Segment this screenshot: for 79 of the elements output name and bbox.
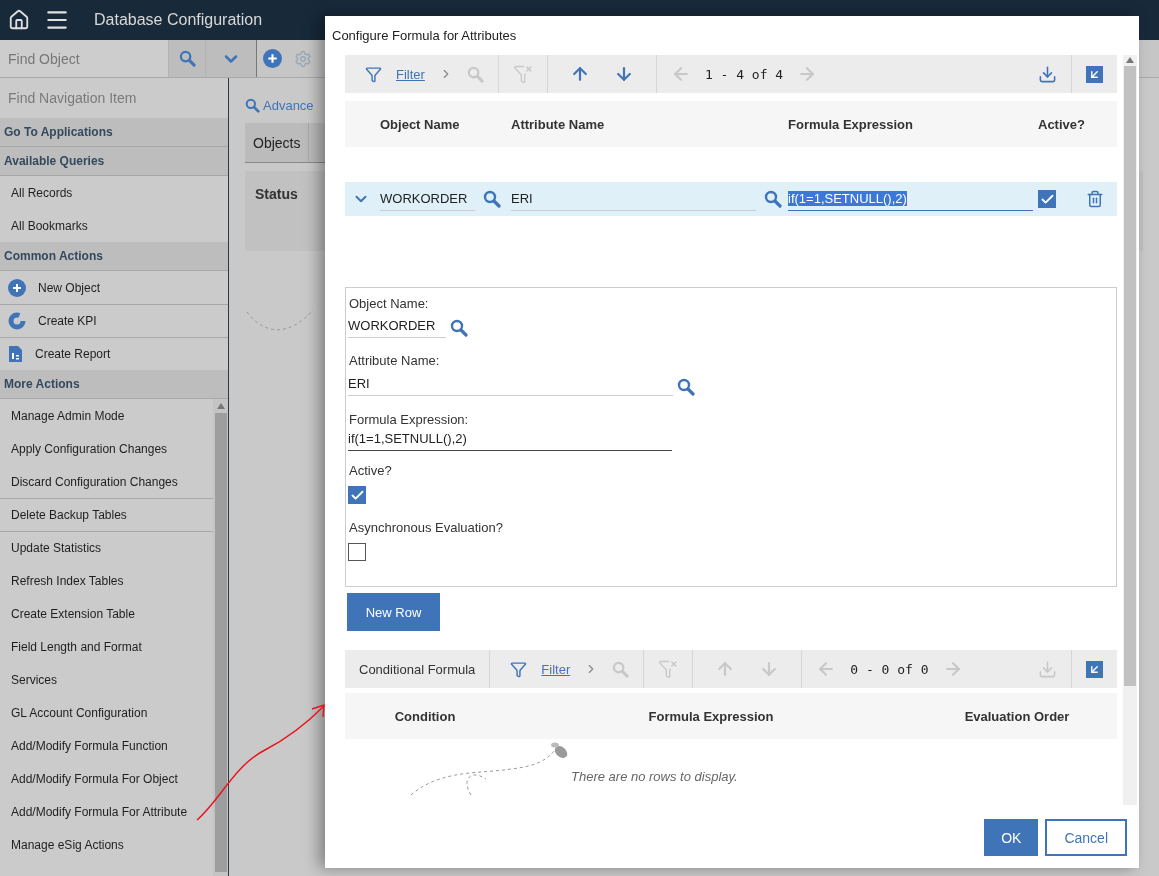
- search-icon[interactable]: [483, 190, 501, 208]
- sidebar-item[interactable]: Refresh Index Tables: [0, 564, 213, 597]
- empty-message: There are no rows to display.: [571, 769, 738, 784]
- download-icon[interactable]: [1038, 64, 1057, 84]
- sidebar-item[interactable]: All Records: [0, 176, 228, 209]
- field-label: Active?: [349, 463, 393, 478]
- sidebar-item[interactable]: Manage eSig Actions: [0, 828, 213, 861]
- filter-link[interactable]: Filter: [541, 661, 571, 677]
- section-header[interactable]: More Actions: [0, 370, 228, 399]
- report-icon: [8, 345, 23, 363]
- search-icon[interactable]: [178, 50, 196, 67]
- sidebar-item[interactable]: Field Length and Format: [0, 630, 213, 663]
- section-header[interactable]: Common Actions: [0, 242, 228, 271]
- dialog-title: Configure Formula for Attributes: [331, 27, 518, 45]
- pagination-text: 1 - 4 of 4: [704, 66, 784, 82]
- section-title: Conditional Formula: [359, 661, 476, 677]
- new-row-button[interactable]: New Row: [347, 593, 440, 631]
- attribute-name-field[interactable]: ERI: [511, 187, 756, 211]
- status-label: Status: [255, 186, 298, 202]
- field-label: Object Name:: [349, 296, 430, 311]
- filter-icon[interactable]: [365, 65, 382, 83]
- sidebar-item[interactable]: Add/Modify Formula Function: [0, 729, 213, 762]
- sidebar-item[interactable]: All Bookmarks: [0, 209, 228, 242]
- checkbox[interactable]: [348, 486, 366, 504]
- collapse-button[interactable]: [1086, 660, 1103, 678]
- filter-link[interactable]: Filter: [396, 66, 425, 82]
- donut-chart-icon: [8, 312, 26, 330]
- home-icon[interactable]: [8, 9, 30, 31]
- field-label: Attribute Name:: [349, 353, 441, 368]
- field-label: Asynchronous Evaluation?: [349, 520, 504, 535]
- cancel-button[interactable]: Cancel: [1045, 819, 1127, 856]
- scrollbar[interactable]: [1123, 55, 1137, 805]
- column-header: Attribute Name: [511, 116, 606, 132]
- section-header[interactable]: Available Queries: [0, 147, 228, 176]
- formula-field[interactable]: if(1=1,SETNULL(),2): [788, 187, 1033, 211]
- item-label: New Object: [38, 280, 101, 295]
- sidebar-item[interactable]: Manage Admin Mode: [0, 399, 213, 432]
- sidebar-item[interactable]: Services: [0, 663, 213, 696]
- sidebar-item[interactable]: Create Extension Table: [0, 597, 213, 630]
- checkbox[interactable]: [348, 543, 366, 561]
- sidebar-item[interactable]: Add/Modify Formula For Object: [0, 762, 213, 795]
- search-icon[interactable]: [677, 378, 695, 396]
- trash-icon[interactable]: [1086, 190, 1104, 208]
- search-icon[interactable]: [450, 319, 468, 337]
- sidebar-item[interactable]: Create KPI: [0, 304, 228, 337]
- sidebar-item[interactable]: Discard Configuration Changes: [0, 465, 213, 498]
- sidebar-item[interactable]: Add/Modify Formula For Attribute: [0, 795, 213, 828]
- input-field[interactable]: WORKORDER: [348, 314, 446, 338]
- column-header: Formula Expression: [788, 116, 914, 132]
- scroll-up-icon[interactable]: [216, 403, 225, 409]
- sidebar-item[interactable]: GL Account Configuration: [0, 696, 213, 729]
- input-field[interactable]: ERI: [348, 372, 673, 396]
- ok-button[interactable]: OK: [984, 819, 1039, 856]
- app-title: Database Configuration: [94, 11, 263, 29]
- filter-icon[interactable]: [510, 660, 528, 678]
- sidebar-item[interactable]: New Object: [0, 271, 228, 304]
- column-header: Active?: [1038, 116, 1086, 132]
- scrollbar[interactable]: [213, 399, 228, 876]
- column-header: Evaluation Order: [963, 708, 1071, 724]
- column-header: Condition: [393, 708, 457, 724]
- search-button[interactable]: [168, 40, 205, 77]
- column-header: Object Name: [380, 116, 461, 132]
- input-field[interactable]: if(1=1,SETNULL(),2): [348, 427, 672, 451]
- sidebar-item[interactable]: Apply Configuration Changes: [0, 432, 213, 465]
- search-icon[interactable]: [245, 98, 260, 113]
- search-icon[interactable]: [764, 190, 782, 208]
- scroll-up-icon[interactable]: [1126, 57, 1134, 63]
- plus-circle-icon[interactable]: [263, 49, 282, 68]
- dropdown-button[interactable]: [205, 40, 256, 77]
- item-label: Create Report: [35, 347, 111, 361]
- section-header[interactable]: Go To Applications: [0, 118, 228, 147]
- field-label: Formula Expression:: [349, 412, 470, 427]
- collapse-button[interactable]: [1086, 65, 1103, 83]
- item-label: Create KPI: [38, 314, 97, 328]
- active-checkbox[interactable]: [1038, 190, 1056, 208]
- pagination-text: 0 - 0 of 0: [850, 661, 929, 677]
- column-header: Formula Expression: [647, 708, 775, 724]
- plus-circle-icon: [8, 278, 26, 297]
- object-name-field[interactable]: WORKORDER: [380, 187, 475, 211]
